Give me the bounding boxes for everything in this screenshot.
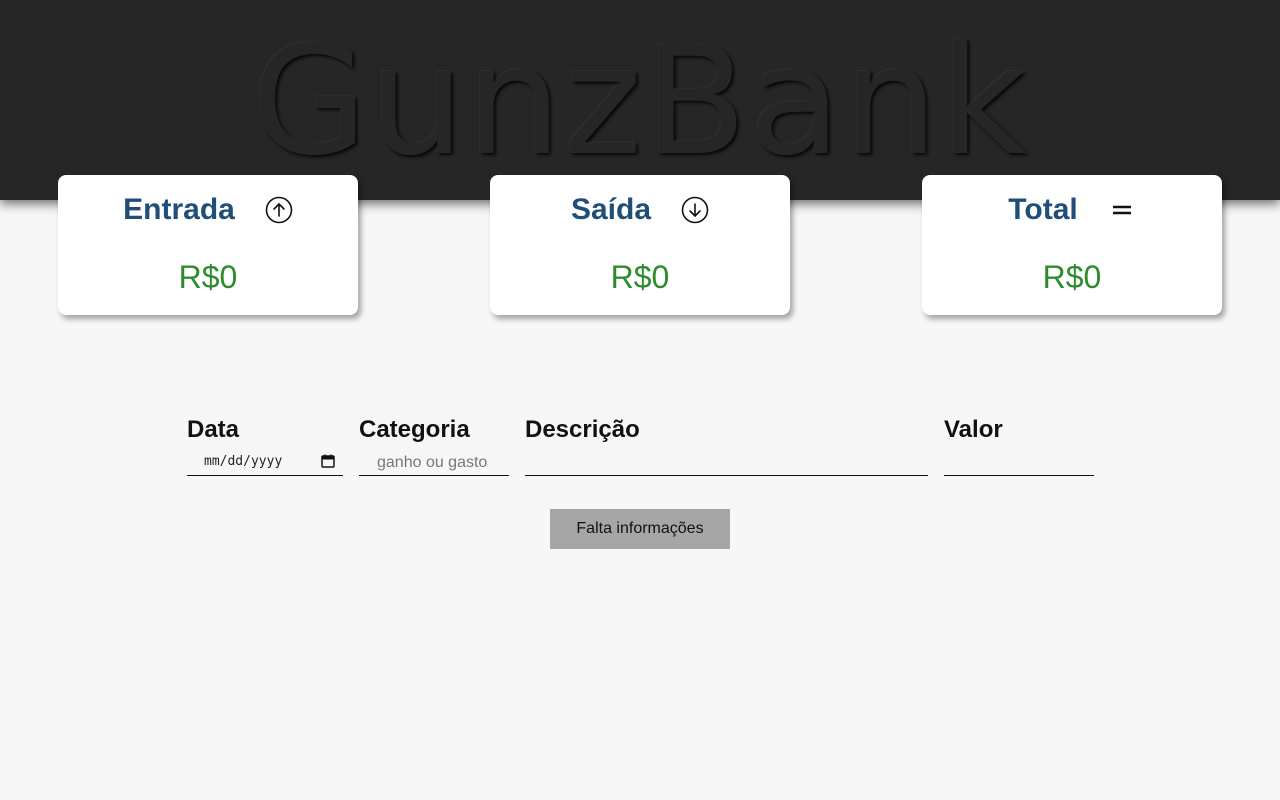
data-label: Data [187, 416, 240, 443]
arrow-down-circle-icon [681, 196, 709, 224]
categoria-placeholder: ganho ou gasto [377, 454, 488, 471]
valor-field: Valor [944, 414, 1094, 476]
categoria-input[interactable]: ganho ou gasto [359, 448, 509, 476]
categoria-field: Categoria ganho ou gasto [359, 414, 509, 476]
submit-button[interactable]: Falta informações [550, 509, 730, 549]
saida-card: Saída R$0 [490, 175, 790, 315]
categoria-label: Categoria [359, 416, 470, 443]
data-field: Data mm/dd/yyyy [187, 414, 343, 476]
header: GunzBank [0, 0, 1280, 200]
entrada-value: R$0 [178, 259, 238, 295]
valor-input[interactable] [944, 448, 1094, 476]
descricao-field: Descrição [525, 414, 928, 476]
date-input[interactable]: mm/dd/yyyy [187, 448, 343, 476]
valor-label: Valor [944, 416, 1003, 443]
calendar-icon[interactable] [321, 454, 335, 468]
entrada-card: Entrada R$0 [58, 175, 358, 315]
total-card-header: Total [922, 189, 1222, 231]
total-value: R$0 [1042, 259, 1102, 295]
total-title: Total [1008, 193, 1078, 226]
saida-value: R$0 [610, 259, 670, 295]
descricao-input[interactable] [525, 448, 928, 476]
total-card: Total R$0 [922, 175, 1222, 315]
saida-title: Saída [570, 193, 652, 226]
entrada-card-header: Entrada [58, 189, 358, 231]
brand-logo-text: GunzBank [251, 15, 1029, 189]
date-input-value: mm/dd/yyyy [204, 454, 283, 469]
descricao-label: Descrição [525, 416, 640, 443]
arrow-up-circle-icon [265, 196, 293, 224]
saida-card-header: Saída [490, 189, 790, 231]
entrada-title: Entrada [123, 193, 235, 226]
equals-icon [1108, 196, 1136, 224]
